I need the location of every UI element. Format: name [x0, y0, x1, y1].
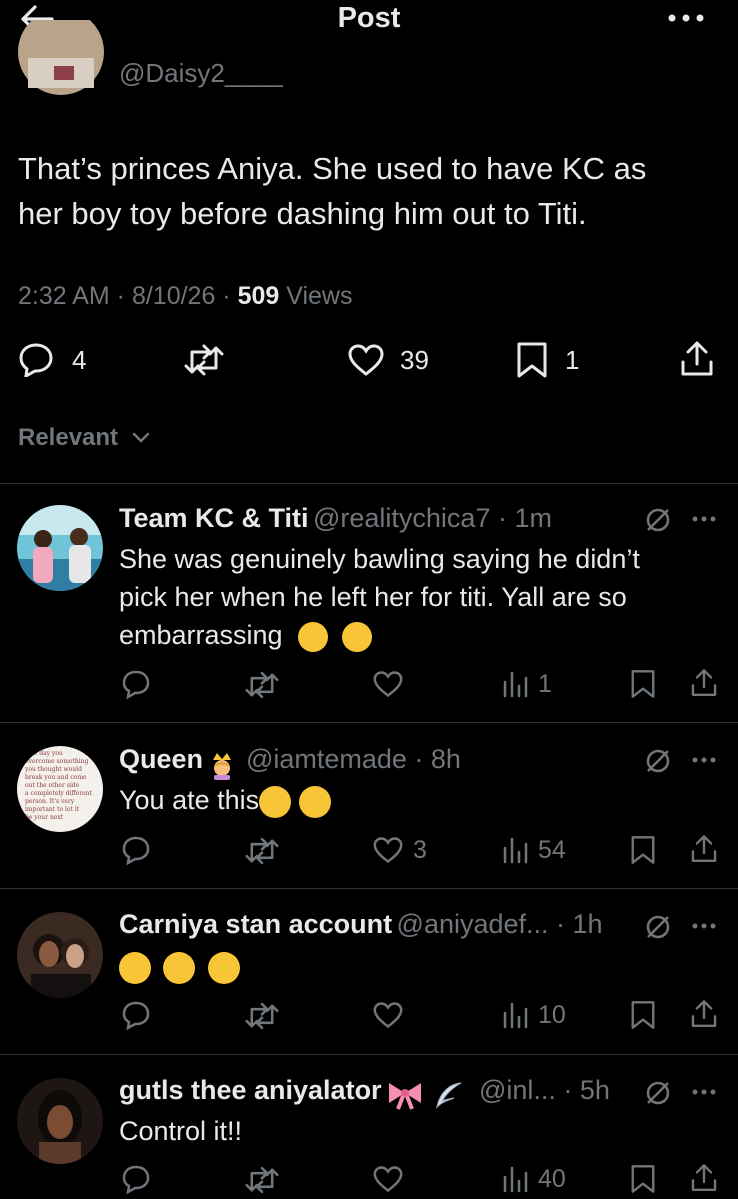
ribbon-emoji-icon [386, 1080, 424, 1110]
bookmark-count: 1 [565, 345, 580, 375]
avatar[interactable] [17, 912, 103, 998]
reply-author-name[interactable]: Team KC & Titi [119, 503, 309, 533]
reply-icon[interactable] [121, 1000, 151, 1030]
repost-icon[interactable] [245, 837, 279, 865]
grok-icon[interactable] [644, 1079, 672, 1107]
reply-icon[interactable] [121, 835, 151, 865]
views-count: 1 [538, 670, 552, 698]
reply-header: Queen @iamtemade · 8h [119, 744, 461, 780]
divider [0, 1054, 738, 1055]
reply-header: Carniya stan account @aniyadef... · 1h [119, 909, 603, 940]
repost-icon[interactable] [245, 671, 279, 699]
views-count: 40 [538, 1165, 566, 1193]
sort-label: Relevant [18, 424, 119, 451]
like-icon[interactable] [372, 836, 404, 864]
reply-text: You ate this [119, 781, 332, 819]
post-timestamp: 2:32 AM · 8/10/26 · 509 Views [18, 282, 353, 310]
repost-icon[interactable] [245, 1166, 279, 1194]
wing-emoji-icon [434, 1080, 464, 1110]
grok-icon[interactable] [644, 506, 672, 534]
hand-over-mouth-emoji-icon [207, 952, 240, 984]
reply-author-handle[interactable]: @inl... · 5h [479, 1075, 610, 1105]
repost-icon[interactable] [245, 1002, 279, 1030]
reply-text: Control it!! [119, 1116, 243, 1146]
hand-over-mouth-emoji-icon [119, 952, 151, 984]
more-icon[interactable] [692, 757, 716, 763]
post-avatar[interactable] [18, 20, 104, 96]
views-icon[interactable] [502, 670, 528, 698]
reply-text: She was genuinely bawling saying he didn… [119, 544, 640, 652]
reply-count: 4 [72, 345, 87, 375]
post-handle[interactable]: @Daisy2____ [119, 58, 283, 89]
like-icon[interactable] [347, 343, 385, 377]
more-icon[interactable] [692, 1089, 716, 1095]
avatar[interactable]: One day you overcome something you thought… [17, 746, 103, 832]
crown-emoji-icon [209, 750, 235, 780]
avatar[interactable] [17, 505, 103, 591]
crying-emoji-icon [341, 621, 372, 652]
share-icon[interactable] [690, 834, 718, 864]
reply-author-handle[interactable]: @aniyadef... · 1h [397, 909, 603, 939]
bookmark-icon[interactable] [630, 669, 656, 699]
divider [0, 888, 738, 889]
bookmark-icon[interactable] [630, 1164, 656, 1194]
sort-selector[interactable]: Relevant [18, 424, 118, 452]
views-count: 10 [538, 1001, 566, 1029]
reply-header: gutls thee aniyalator @inl... · 5h [119, 1075, 610, 1110]
page-title: Post [337, 2, 401, 34]
grok-icon[interactable] [644, 747, 672, 775]
like-icon[interactable] [372, 670, 404, 698]
views-count: 509 [237, 282, 280, 310]
laughing-emoji-icon [259, 785, 292, 818]
divider [0, 722, 738, 723]
share-icon[interactable] [690, 999, 718, 1029]
post-text: That’s princes Aniya. She used to have K… [18, 151, 647, 231]
reply-text [119, 952, 240, 984]
like-count: 3 [413, 836, 427, 864]
views-count: 54 [538, 836, 566, 864]
reply-author-name[interactable]: Carniya stan account [119, 909, 392, 939]
bookmark-icon[interactable] [630, 835, 656, 865]
bookmark-icon[interactable] [516, 341, 548, 379]
more-icon[interactable] [692, 516, 716, 522]
reply-icon[interactable] [121, 1164, 151, 1194]
bookmark-icon[interactable] [630, 1000, 656, 1030]
views-icon[interactable] [502, 1165, 528, 1193]
share-icon[interactable] [690, 668, 718, 698]
hand-over-mouth-emoji-icon [163, 952, 196, 984]
avatar[interactable] [17, 1078, 103, 1164]
reply-icon[interactable] [121, 669, 151, 699]
chevron-down-icon[interactable] [132, 432, 150, 444]
more-icon[interactable] [692, 923, 716, 929]
like-icon[interactable] [372, 1001, 404, 1029]
hand-over-mouth-emoji-icon [299, 785, 332, 818]
reply-icon[interactable] [18, 341, 54, 377]
like-count: 39 [400, 345, 429, 375]
views-icon[interactable] [502, 1001, 528, 1029]
share-icon[interactable] [690, 1163, 718, 1193]
divider [0, 483, 738, 484]
share-icon[interactable] [680, 340, 714, 378]
views-icon[interactable] [502, 836, 528, 864]
reply-author-name[interactable]: Queen [119, 744, 203, 774]
reply-author-name[interactable]: gutls thee aniyalator [119, 1075, 382, 1105]
reply-author-handle[interactable]: @iamtemade · 8h [246, 744, 461, 774]
crying-emoji-icon [298, 621, 329, 652]
more-icon[interactable] [668, 14, 704, 22]
grok-icon[interactable] [644, 913, 672, 941]
like-icon[interactable] [372, 1165, 404, 1193]
reply-header: Team KC & Titi @realitychica7 · 1m [119, 503, 552, 534]
reply-author-handle[interactable]: @realitychica7 · 1m [313, 503, 552, 533]
repost-icon[interactable] [184, 344, 224, 376]
